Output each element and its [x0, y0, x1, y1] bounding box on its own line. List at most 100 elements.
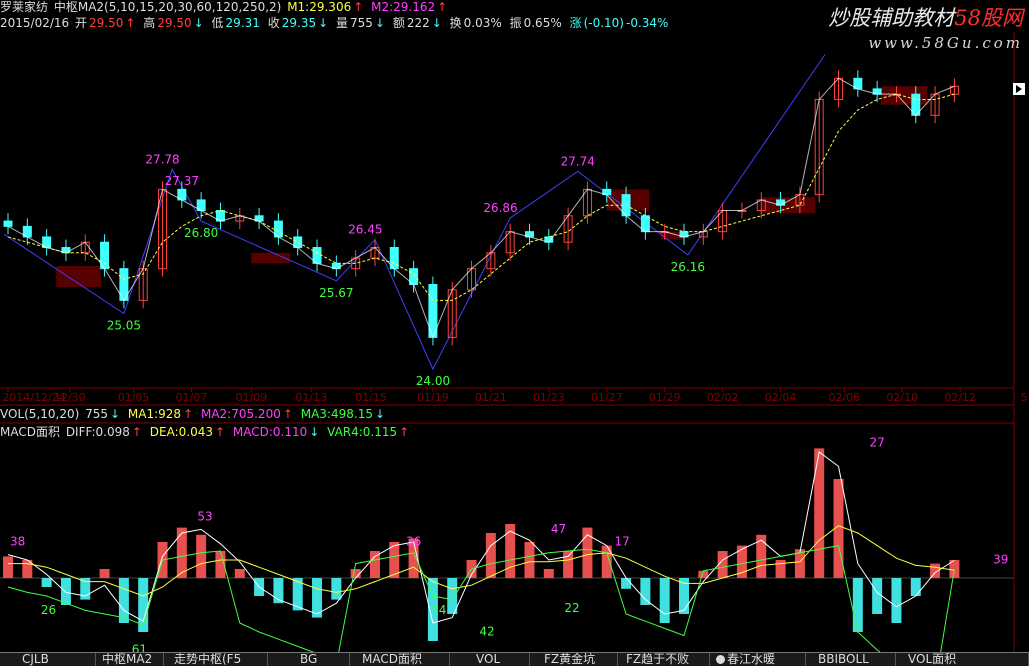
indicator-name: 中枢MA2(5,10,15,20,30,60,120,250,2): [53, 0, 282, 14]
price-extreme-label: 26.16: [671, 260, 705, 274]
amplitude-value: 振 0.65%: [509, 16, 562, 30]
quote-header: 2015/02/16 开 29.50 ↑ 高 29.50 ↓ 低 29.31 收 29.35…: [0, 16, 672, 31]
watermark-title: 炒股辅助教材58股网: [828, 6, 1023, 30]
macd-area-label: 27: [870, 436, 885, 450]
macd-area-label: 36: [406, 535, 421, 549]
indicator-header: 罗莱家纺 中枢MA2(5,10,15,20,30,60,120,250,2) M…: [0, 0, 451, 15]
price-extreme-label: 24.00: [416, 374, 450, 388]
date-tick-label: 01/29: [649, 391, 681, 404]
vol-ma3: MA3:498.15 ↓: [300, 407, 386, 421]
price-extreme-label: 27.78: [145, 152, 179, 166]
macd-dea: DEA:0.043 ↑: [149, 425, 226, 439]
open-price: 开 29.50 ↑: [75, 16, 136, 30]
amount-value: 额 222 ↓: [392, 16, 442, 30]
date-tick-label: 01/23: [533, 391, 565, 404]
volume-value: 量 755 ↓: [336, 16, 385, 30]
high-price: 高 29.50 ↓: [143, 16, 204, 30]
quote-date: 2015/02/16: [0, 16, 70, 30]
date-tick-label: 02/12: [944, 391, 976, 404]
date-tick-label: 01/05: [118, 391, 150, 404]
macd-histogram-bar: [99, 569, 110, 578]
date-tick-label: 02/04: [765, 391, 797, 404]
macd-area-label: 61: [132, 643, 147, 652]
candle-body: [3, 220, 13, 227]
date-tick-label: 01/19: [417, 391, 449, 404]
macd-dea-line: [8, 525, 955, 597]
tab-cjlb[interactable]: CJLB: [0, 653, 96, 666]
macd-histogram-bar: [505, 524, 516, 578]
scroll-right-arrow-icon[interactable]: [1013, 83, 1025, 95]
price-extreme-label: 26.45: [348, 223, 382, 237]
tab-bg[interactable]: BG: [268, 653, 350, 666]
macd-area-label: 26: [41, 603, 56, 617]
tab-macd-area[interactable]: MACD面积: [350, 653, 450, 666]
stock-chart-canvas: 2014/12/2412/30 01/05 01/07 01/09 01/13 01/15…: [0, 32, 1028, 652]
vol-current: 755 ↓: [85, 407, 121, 421]
tab-bbiboll[interactable]: BBIBOLL: [806, 653, 896, 666]
macd-macd: MACD:0.110 ↓: [232, 425, 320, 439]
macd-area-label: 22: [564, 601, 579, 615]
turnover-value: 换 0.03%: [449, 16, 502, 30]
tab-vol-area[interactable]: VOL面积: [896, 653, 1029, 666]
macd-histogram-bar: [910, 578, 921, 596]
macd-histogram-bar: [601, 545, 612, 578]
tab-zhongshu-ma2[interactable]: 中枢MA2: [96, 653, 164, 666]
date-tick-label: 01/15: [355, 391, 387, 404]
macd-area-label: 38: [10, 535, 25, 549]
tab-spring-river[interactable]: 春江水暖: [710, 653, 806, 666]
date-tick-label: 01/13: [295, 391, 327, 404]
macd-histogram-bar: [60, 578, 71, 605]
price-extreme-label: 25.05: [107, 319, 141, 333]
macd-histogram-bar: [640, 578, 651, 605]
macd-diff: DIFF:0.098 ↑: [65, 425, 142, 439]
macd-histogram-bar: [872, 578, 883, 614]
change-value: 涨 (-0.10) -0.34%: [569, 16, 669, 30]
watermark-url: www.58Gu.com: [868, 34, 1023, 52]
macd-histogram-bar: [331, 578, 342, 600]
macd-histogram-bar: [659, 578, 670, 623]
macd-histogram-bar: [234, 569, 245, 578]
date-tick-edge-label: 5: [1021, 391, 1028, 404]
macd-label: MACD面积: [0, 425, 60, 439]
price-extreme-label: 27.74: [561, 154, 595, 168]
m2-value: M2:29.162 ↑: [371, 0, 448, 14]
macd-header: MACD面积 DIFF:0.098 ↑ DEA:0.043 ↑ MACD:0.110…: [0, 425, 413, 440]
vol-label: VOL(5,10,20): [0, 407, 80, 421]
macd-var4: VAR4:0.115 ↑: [327, 425, 410, 439]
macd-area-label: 42: [479, 625, 494, 639]
date-tick-label: 01/21: [475, 391, 507, 404]
macd-histogram-bar: [852, 578, 863, 632]
watermark: 炒股辅助教材58股网 www.58Gu.com: [828, 2, 1023, 52]
tab-vol[interactable]: VOL: [450, 653, 530, 666]
vol-ma2: MA2:705.200 ↑: [200, 407, 293, 421]
low-price: 低 29.31: [211, 16, 260, 30]
date-tick-label: 01/27: [591, 391, 623, 404]
macd-histogram-bar: [196, 534, 207, 578]
macd-area-label: 39: [993, 553, 1008, 567]
macd-histogram-bar: [543, 569, 554, 578]
macd-histogram-bar: [563, 551, 574, 578]
price-extreme-label: 26.86: [483, 201, 517, 215]
tab-fz-golden-pit[interactable]: FZ黄金坑: [530, 653, 618, 666]
volume-header: VOL(5,10,20) 755 ↓ MA1:928 ↑ MA2:705.200 ↑ …: [0, 407, 389, 422]
date-tick-label: 02/10: [886, 391, 918, 404]
date-tick-label: 02/06: [828, 391, 860, 404]
tab-fz-invincible[interactable]: FZ趋于不败: [618, 653, 710, 666]
macd-diff-line: [7, 451, 955, 624]
date-tick-label: 02/02: [707, 391, 739, 404]
radio-dot-icon: [716, 655, 725, 664]
date-tick-label: 01/07: [176, 391, 208, 404]
stock-name: 罗莱家纺: [0, 0, 49, 14]
date-tick-label: 01/09: [236, 391, 268, 404]
macd-histogram-bar: [524, 542, 535, 578]
macd-area-label: 53: [197, 509, 212, 523]
price-extreme-label: 26.80: [184, 226, 218, 240]
macd-histogram-bar: [369, 551, 380, 578]
close-price: 收 29.35 ↓: [267, 16, 329, 30]
macd-histogram-bar: [41, 578, 52, 587]
tab-zoushi-zhongshu[interactable]: 走势中枢(F5: [164, 653, 268, 666]
macd-histogram-bar: [775, 560, 786, 578]
macd-histogram-bar: [891, 578, 902, 623]
indicator-tab-bar: CJLB 中枢MA2 走势中枢(F5 BG MACD面积 VOL FZ黄金坑 F…: [0, 652, 1029, 666]
macd-histogram-bar: [118, 578, 129, 623]
